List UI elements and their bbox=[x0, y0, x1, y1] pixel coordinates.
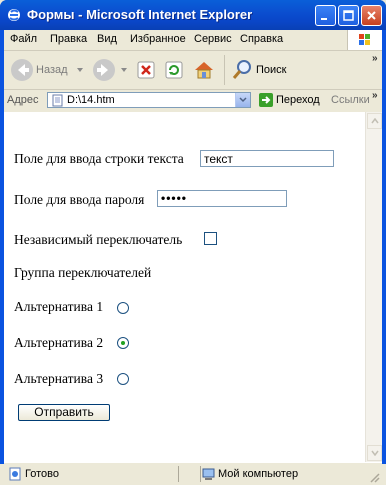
toolbar-overflow-icon[interactable]: » bbox=[372, 53, 378, 64]
radio-option-2[interactable] bbox=[117, 337, 129, 349]
independent-checkbox[interactable] bbox=[204, 232, 217, 245]
menu-edit[interactable]: Правка bbox=[50, 33, 87, 45]
resize-grip-icon[interactable] bbox=[368, 471, 380, 483]
password-field-label: Поле для ввода пароля bbox=[14, 192, 145, 207]
maximize-icon bbox=[343, 10, 354, 21]
radio-3-label: Альтернатива 3 bbox=[14, 371, 104, 386]
close-icon bbox=[367, 11, 376, 20]
password-input[interactable]: ••••• bbox=[157, 190, 287, 207]
text-field-label: Поле для ввода строки текста bbox=[14, 151, 184, 166]
chevron-down-icon bbox=[239, 97, 247, 103]
status-bar: Готово Мой компьютер bbox=[4, 462, 382, 485]
address-label: Адрес bbox=[7, 94, 39, 106]
radio-option-1[interactable] bbox=[117, 302, 129, 314]
vertical-scrollbar[interactable] bbox=[365, 112, 382, 462]
minimize-icon bbox=[321, 18, 327, 20]
menu-tools[interactable]: Сервис bbox=[194, 33, 232, 45]
client-area: Файл Правка Вид Избранное Сервис Справка bbox=[4, 30, 382, 485]
status-separator bbox=[178, 466, 179, 482]
browser-window: Формы - Microsoft Internet Explorer Файл… bbox=[0, 0, 386, 485]
submit-button[interactable]: Отправить bbox=[18, 404, 110, 421]
text-input[interactable] bbox=[200, 150, 334, 167]
address-dropdown[interactable] bbox=[235, 93, 250, 107]
menu-file[interactable]: Файл bbox=[10, 33, 37, 45]
window-title: Формы - Microsoft Internet Explorer bbox=[27, 7, 253, 22]
page-icon bbox=[52, 94, 63, 107]
address-value: D:\14.htm bbox=[67, 94, 115, 106]
zone-text: Мой компьютер bbox=[218, 468, 299, 480]
stop-icon[interactable] bbox=[136, 60, 156, 80]
computer-icon bbox=[202, 468, 215, 480]
minimize-button[interactable] bbox=[315, 5, 336, 26]
status-text: Готово bbox=[25, 468, 59, 480]
scroll-up-icon bbox=[371, 118, 379, 124]
home-icon[interactable] bbox=[192, 58, 216, 82]
scroll-down-button[interactable] bbox=[367, 445, 382, 461]
maximize-button[interactable] bbox=[338, 5, 359, 26]
go-button[interactable]: Переход bbox=[256, 92, 326, 110]
radio-2-label: Альтернатива 2 bbox=[14, 335, 104, 350]
go-label: Переход bbox=[276, 94, 320, 106]
back-label: Назад bbox=[36, 64, 68, 76]
windows-flag-icon bbox=[359, 34, 370, 45]
search-label: Поиск bbox=[256, 64, 287, 76]
menu-bar: Файл Правка Вид Избранное Сервис Справка bbox=[4, 30, 382, 51]
radio-option-3[interactable] bbox=[117, 373, 129, 385]
standard-toolbar: Назад Поиск » bbox=[4, 51, 382, 90]
menu-favorites[interactable]: Избранное bbox=[130, 33, 186, 45]
address-input[interactable]: D:\14.htm bbox=[47, 92, 251, 108]
back-button[interactable]: Назад bbox=[8, 55, 70, 85]
forward-dropdown-icon[interactable] bbox=[120, 66, 128, 74]
search-button[interactable]: Поиск bbox=[228, 55, 288, 85]
close-button[interactable] bbox=[361, 5, 382, 26]
toolbar-separator bbox=[224, 55, 225, 85]
page-content: Поле для ввода строки текста Поле для вв… bbox=[4, 112, 382, 462]
page-done-icon bbox=[9, 467, 21, 481]
title-bar[interactable]: Формы - Microsoft Internet Explorer bbox=[0, 0, 386, 30]
address-bar: Адрес D:\14.htm Переход Ссылки » bbox=[4, 90, 382, 113]
forward-arrow-icon[interactable] bbox=[92, 58, 116, 82]
back-dropdown-icon[interactable] bbox=[76, 66, 84, 74]
go-arrow-icon bbox=[259, 93, 273, 107]
back-arrow-icon bbox=[11, 59, 33, 81]
scroll-up-button[interactable] bbox=[367, 113, 382, 129]
radio-selected-dot bbox=[121, 341, 125, 345]
checkbox-label: Независимый переключатель bbox=[14, 232, 183, 247]
radio-1-label: Альтернатива 1 bbox=[14, 299, 104, 314]
links-label[interactable]: Ссылки bbox=[331, 94, 370, 106]
menu-view[interactable]: Вид bbox=[97, 33, 117, 45]
search-icon bbox=[232, 60, 251, 79]
radio-group-label: Группа переключателей bbox=[14, 265, 152, 280]
windows-logo bbox=[347, 30, 382, 50]
links-overflow-icon[interactable]: » bbox=[372, 90, 378, 101]
ie-logo-icon bbox=[8, 9, 20, 21]
scroll-down-icon bbox=[371, 450, 379, 456]
menu-help[interactable]: Справка bbox=[240, 33, 283, 45]
refresh-icon[interactable] bbox=[164, 60, 184, 80]
